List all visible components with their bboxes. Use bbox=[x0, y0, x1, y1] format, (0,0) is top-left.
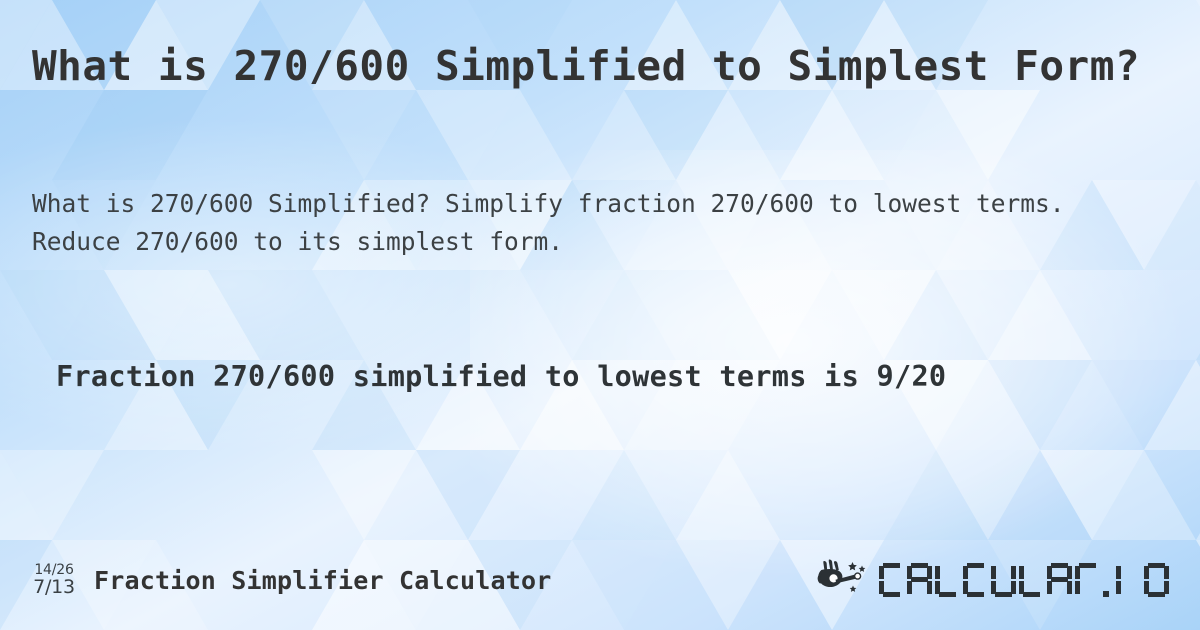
wordmark-char bbox=[935, 563, 960, 597]
answer-statement: Fraction 270/600 simplified to lowest te… bbox=[56, 360, 947, 393]
wordmark-char bbox=[1144, 563, 1169, 597]
wordmark-char bbox=[1116, 563, 1141, 597]
wordmark-char bbox=[879, 563, 904, 597]
wordmark-char bbox=[963, 563, 988, 597]
wordmark-char bbox=[1075, 563, 1100, 597]
wordmark-char bbox=[907, 563, 932, 597]
page-subtitle: What is 270/600 Simplified? Simplify fra… bbox=[32, 189, 1065, 256]
fraction-icon-original: 14/26 bbox=[34, 562, 74, 578]
footer-bar: 14/26 7/13 Fraction Simplifier Calculato… bbox=[0, 552, 1200, 608]
og-image-canvas: What is 270/600 Simplified to Simplest F… bbox=[0, 0, 1200, 630]
brand-logo[interactable] bbox=[815, 558, 1172, 602]
footer-left-group: 14/26 7/13 Fraction Simplifier Calculato… bbox=[28, 563, 552, 597]
wordmark-char bbox=[1019, 563, 1044, 597]
fraction-icon-reduced: 7/13 bbox=[33, 576, 75, 598]
brand-wordmark bbox=[879, 563, 1172, 597]
wordmark-char bbox=[1103, 563, 1113, 597]
tool-name-label: Fraction Simplifier Calculator bbox=[94, 565, 552, 595]
content-area: What is 270/600 Simplified to Simplest F… bbox=[0, 0, 1200, 630]
wordmark-char bbox=[1047, 563, 1072, 597]
fraction-simplify-icon: 14/26 7/13 bbox=[28, 563, 80, 597]
wordmark-char bbox=[991, 563, 1016, 597]
page-title: What is 270/600 Simplified to Simplest F… bbox=[32, 42, 1141, 90]
magic-wand-hand-icon bbox=[815, 558, 871, 602]
